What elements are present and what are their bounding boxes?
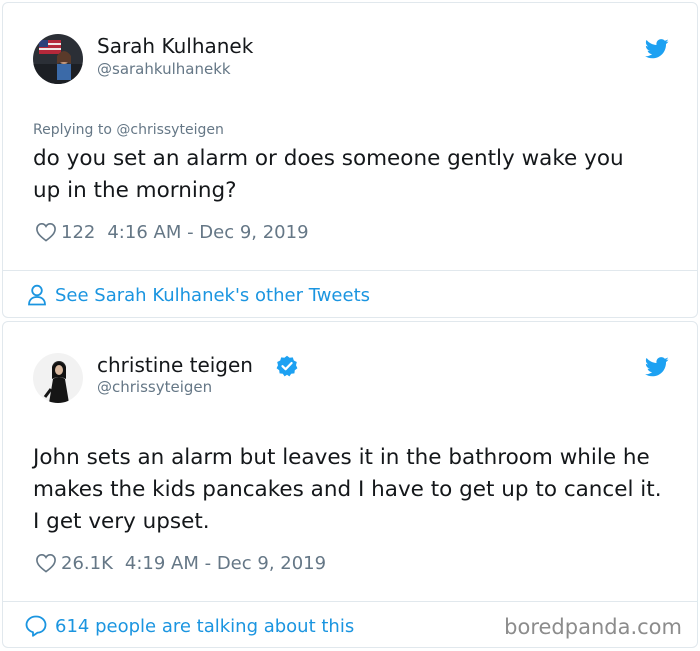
replying-to[interactable]: Replying to @chrissyteigen	[33, 122, 224, 138]
timestamp[interactable]: 4:19 AM - Dec 9, 2019	[125, 553, 326, 574]
author-handle[interactable]: @sarahkulhanekk	[97, 60, 231, 78]
like-count: 26.1K	[61, 552, 113, 574]
conversation-label: 614 people are talking about this	[55, 615, 355, 637]
author-handle[interactable]: @chrissyteigen	[97, 378, 212, 396]
see-other-tweets-link[interactable]: See Sarah Kulhanek's other Tweets	[27, 282, 370, 308]
author-name[interactable]: christine teigen	[97, 353, 253, 377]
watermark: boredpanda.com	[504, 615, 682, 639]
avatar[interactable]	[33, 34, 83, 84]
verified-badge-icon	[276, 355, 298, 377]
speech-bubble-icon	[25, 615, 47, 637]
heart-icon[interactable]	[35, 553, 57, 573]
twitter-bird-icon[interactable]	[645, 39, 669, 59]
avatar[interactable]	[33, 353, 83, 403]
author-name[interactable]: Sarah Kulhanek	[97, 34, 253, 58]
timestamp[interactable]: 4:16 AM - Dec 9, 2019	[107, 222, 308, 243]
tweet-meta: 26.1K 4:19 AM - Dec 9, 2019	[35, 551, 326, 575]
tweet-card-christine: christine teigen @chrissyteigen John set…	[2, 321, 698, 648]
tweet-card-sarah: Sarah Kulhanek @sarahkulhanekk Replying …	[2, 2, 698, 318]
conversation-link[interactable]: 614 people are talking about this	[25, 613, 354, 639]
person-icon	[28, 284, 46, 306]
divider	[3, 601, 697, 602]
like-count: 122	[61, 221, 96, 243]
heart-icon[interactable]	[35, 222, 57, 242]
tweet-meta: 122 4:16 AM - Dec 9, 2019	[35, 220, 309, 244]
tweet-text: John sets an alarm but leaves it in the …	[33, 445, 662, 534]
see-other-tweets-label: See Sarah Kulhanek's other Tweets	[55, 284, 371, 306]
tweet-text: do you set an alarm or does someone gent…	[33, 146, 624, 203]
divider	[3, 270, 697, 271]
twitter-bird-icon[interactable]	[645, 357, 669, 377]
